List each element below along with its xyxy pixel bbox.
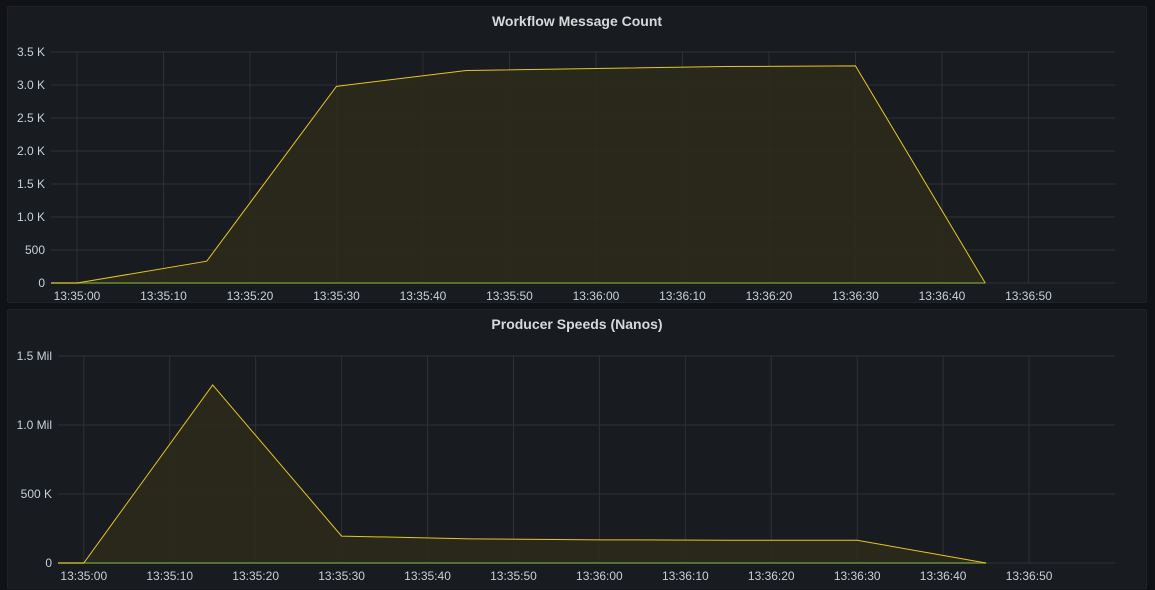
x-tick-label: 13:35:40 [404, 569, 451, 583]
x-tick-label: 13:35:10 [146, 569, 193, 583]
y-tick-label: 1.5 K [17, 177, 45, 191]
x-tick-label: 13:35:10 [140, 289, 187, 303]
y-tick-label: 1.0 Mil [17, 418, 52, 432]
x-tick-label: 13:35:30 [318, 569, 365, 583]
x-tick-label: 13:36:20 [748, 569, 795, 583]
x-tick-label: 13:36:10 [659, 289, 706, 303]
x-tick-label: 13:36:00 [576, 569, 623, 583]
x-tick-label: 13:36:10 [662, 569, 709, 583]
workflow-message-count-panel: Workflow Message Count 05001.0 K1.5 K2.0… [7, 6, 1147, 303]
x-tick-label: 13:35:00 [60, 569, 107, 583]
y-tick-label: 2.5 K [17, 111, 45, 125]
y-tick-label: 0 [45, 556, 52, 570]
producer-speeds-chart: 0 500 K 1.0 Mil 1.5 Mil 13:35:00 13:35:10 13:3… [8, 310, 1148, 590]
y-tick-label: 1.0 K [17, 210, 45, 224]
x-tick-label: 13:35:20 [227, 289, 274, 303]
series-area [58, 385, 986, 563]
y-tick-label: 3.5 K [17, 45, 45, 59]
x-tick-label: 13:35:40 [400, 289, 447, 303]
x-tick-label: 13:35:50 [490, 569, 537, 583]
x-tick-label: 13:36:50 [1005, 289, 1052, 303]
workflow-message-count-chart: 0 500 1.0 K 1.5 K 2.0 K 2.5 K 3.0 K 3.5 K 13:35:… [8, 7, 1148, 304]
x-tick-label: 13:36:50 [1006, 569, 1053, 583]
x-tick-label: 13:35:50 [486, 289, 533, 303]
x-tick-label: 13:36:00 [573, 289, 620, 303]
x-tick-label: 13:36:30 [832, 289, 879, 303]
x-tick-label: 13:36:40 [920, 569, 967, 583]
y-tick-label: 500 K [21, 487, 52, 501]
x-tick-label: 13:35:00 [54, 289, 101, 303]
y-tick-label: 500 [25, 243, 45, 257]
x-tick-label: 13:36:40 [919, 289, 966, 303]
x-tick-label: 13:36:30 [834, 569, 881, 583]
y-tick-label: 1.5 Mil [17, 349, 52, 363]
x-tick-label: 13:35:20 [232, 569, 279, 583]
y-tick-label: 3.0 K [17, 78, 45, 92]
x-tick-label: 13:35:30 [313, 289, 360, 303]
y-tick-label: 2.0 K [17, 144, 45, 158]
producer-speeds-panel: Producer Speeds (Nanos) 0500 K1.0 Mil1.5… [7, 309, 1147, 589]
y-tick-label: 0 [38, 276, 45, 290]
x-tick-label: 13:36:20 [746, 289, 793, 303]
